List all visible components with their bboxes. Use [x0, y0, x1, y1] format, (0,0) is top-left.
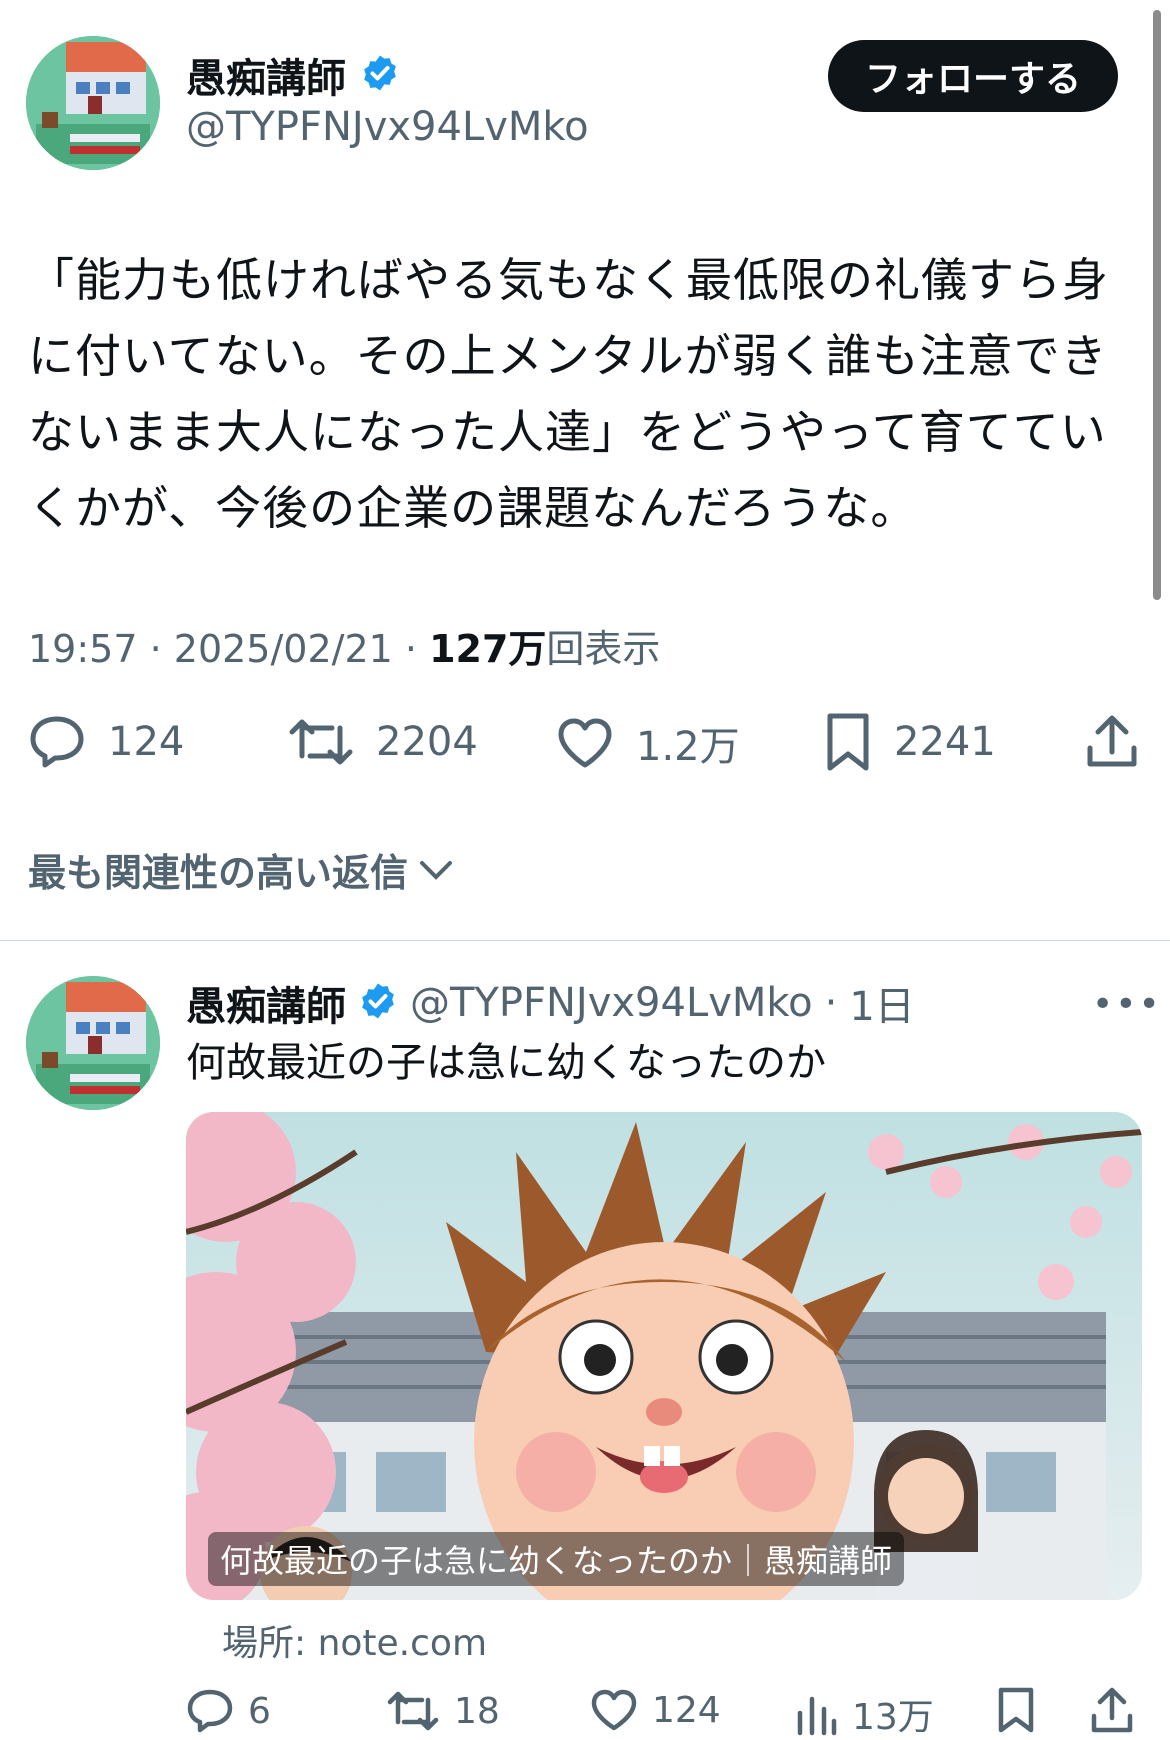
retweet-count: 2204 — [376, 719, 478, 765]
verified-badge-icon — [358, 981, 398, 1025]
tweet-date[interactable]: 2025/02/21 — [174, 627, 393, 671]
like-icon — [558, 718, 612, 768]
reply-text: 何故最近の子は急に幼くなったのか — [186, 1040, 826, 1086]
chevron-down-icon — [420, 860, 453, 880]
retweet-button[interactable]: 2204 — [288, 714, 478, 770]
tweet-meta: 19:57 · 2025/02/21 · 127万回表示 — [28, 627, 661, 671]
views-count: 127万 — [429, 627, 547, 671]
like-count: 1.2万 — [636, 724, 740, 770]
share-icon — [1087, 715, 1137, 767]
author-avatar[interactable] — [26, 36, 160, 170]
divider — [0, 940, 1170, 941]
reply-reply-count: 6 — [248, 1690, 271, 1732]
tweet-time[interactable]: 19:57 — [28, 627, 138, 671]
reply-retweet-button[interactable]: 18 — [386, 1688, 500, 1734]
card-caption: 何故最近の子は急に幼くなったのか｜愚痴講師 — [208, 1532, 905, 1586]
share-button[interactable] — [1086, 712, 1138, 770]
card-image — [186, 1112, 1142, 1600]
tweet-text: 「能力も低ければやる気もなく最低限の礼儀すら身に付いてない。その上メンタルが弱く… — [28, 253, 1109, 535]
link-card[interactable]: 何故最近の子は急に幼くなったのか｜愚痴講師 — [186, 1112, 1142, 1600]
bookmark-icon — [827, 713, 869, 771]
reply-bookmark-button[interactable] — [996, 1686, 1036, 1734]
reply-like-button[interactable]: 124 — [590, 1688, 721, 1732]
reply-icon — [30, 716, 84, 768]
verified-badge-icon — [360, 53, 400, 97]
views-label: 回表示 — [546, 627, 661, 671]
reply-views-button[interactable]: 13万 — [794, 1688, 934, 1740]
reply-share-button[interactable] — [1090, 1686, 1134, 1734]
reply-author-handle[interactable]: @TYPFNJvx94LvMko — [410, 980, 813, 1026]
sort-label: 最も関連性の高い返信 — [28, 851, 409, 895]
reply-retweet-count: 18 — [454, 1690, 500, 1732]
more-icon[interactable]: ••• — [1092, 984, 1162, 1025]
retweet-icon — [387, 1691, 439, 1731]
reply-icon — [187, 1689, 233, 1733]
reply-count: 124 — [108, 719, 185, 765]
author-handle[interactable]: @TYPFNJvx94LvMko — [186, 104, 589, 150]
follow-button[interactable]: フォローする — [828, 40, 1118, 112]
reply-author-avatar[interactable] — [26, 976, 160, 1110]
bookmark-icon — [998, 1687, 1034, 1733]
scrollbar[interactable] — [1153, 10, 1161, 600]
reply-like-count: 124 — [652, 1689, 721, 1731]
card-source[interactable]: 場所: note.com — [222, 1614, 487, 1666]
reply-button[interactable]: 124 — [28, 714, 184, 770]
reply-reply-button[interactable]: 6 — [186, 1688, 271, 1734]
reply-views-count: 13万 — [852, 1697, 934, 1738]
reply-author-name[interactable]: 愚痴講師 — [186, 974, 346, 1032]
share-icon — [1091, 1687, 1133, 1733]
like-icon — [591, 1689, 637, 1731]
bookmark-count: 2241 — [894, 719, 996, 765]
bookmark-button[interactable]: 2241 — [824, 712, 996, 772]
like-button[interactable]: 1.2万 — [556, 714, 740, 772]
author-name[interactable]: 愚痴講師 — [186, 46, 346, 104]
retweet-icon — [289, 719, 353, 765]
views-icon — [797, 1696, 837, 1736]
reply-sort-selector[interactable]: 最も関連性の高い返信 — [28, 842, 456, 897]
reply-age[interactable]: 1日 — [849, 974, 914, 1032]
